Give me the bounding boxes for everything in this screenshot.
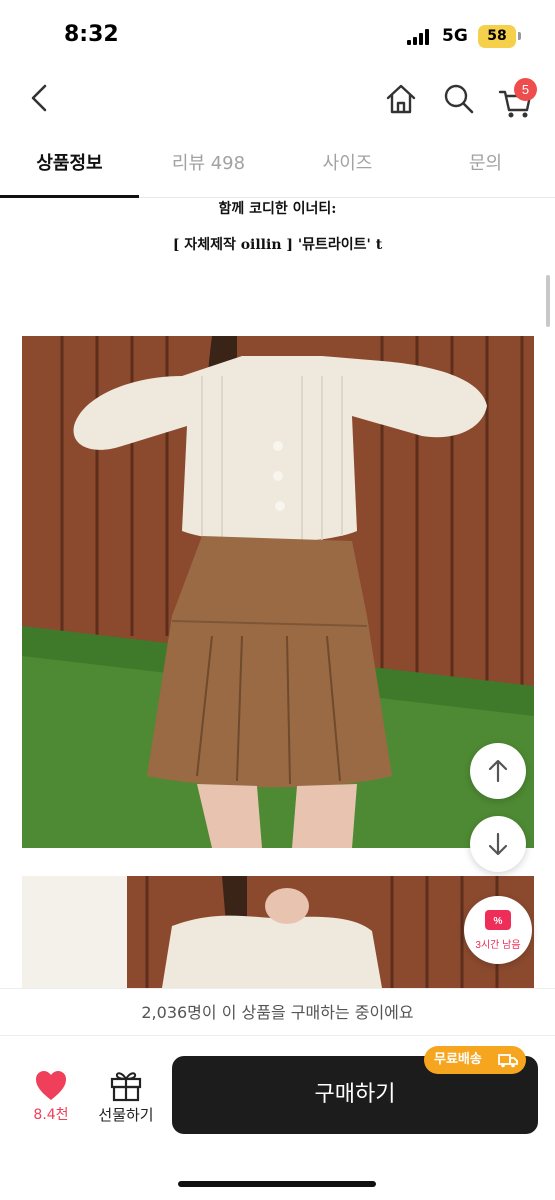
back-button[interactable] [22, 80, 58, 116]
signal-icon [407, 29, 433, 45]
chevron-left-icon [31, 84, 47, 112]
network-label: 5G [442, 26, 468, 46]
arrow-down-icon [488, 832, 508, 856]
battery-tip [518, 32, 521, 40]
home-button[interactable] [384, 82, 418, 116]
product-photo [22, 336, 534, 848]
battery-icon: 58 [478, 25, 516, 48]
top-nav [0, 70, 555, 132]
status-time: 8:32 [64, 22, 119, 47]
scroll-down-button[interactable] [470, 816, 526, 872]
tab-reviews[interactable]: 리뷰 498 [139, 134, 278, 198]
tab-bar: 상품정보 리뷰 498 사이즈 문의 [0, 134, 555, 198]
gift-icon [110, 1072, 142, 1102]
gift-button[interactable]: 선물하기 [92, 1068, 160, 1130]
scroll-up-button[interactable] [470, 743, 526, 799]
free-shipping-label: 무료배송 [434, 1052, 482, 1067]
home-icon [386, 84, 416, 114]
coordi-caption: 함께 코디한 이너티: [218, 201, 337, 217]
product-photo [22, 876, 534, 988]
tab-inquiry[interactable]: 문의 [416, 134, 555, 198]
like-button[interactable]: 8.4천 [20, 1068, 82, 1130]
search-icon [444, 84, 474, 114]
home-indicator [178, 1181, 376, 1187]
scrollbar[interactable] [546, 275, 550, 327]
coordi-product-name: [ 자체제작 oillin ] '뮤트라이트' t [172, 237, 383, 253]
coupon-icon: % [485, 910, 511, 930]
free-shipping-badge: 무료배송 [424, 1046, 526, 1074]
heart-icon [36, 1071, 66, 1100]
status-bar: 8:32 5G 58 [0, 0, 555, 70]
arrow-up-icon [488, 759, 508, 783]
svg-text:%: % [494, 916, 503, 927]
buying-now-notice: 2,036명이 이 상품을 구매하는 중이에요 [0, 988, 555, 1036]
like-count: 8.4천 [33, 1107, 69, 1123]
tab-size[interactable]: 사이즈 [278, 134, 417, 198]
gift-label: 선물하기 [98, 1106, 154, 1124]
tab-product-info[interactable]: 상품정보 [0, 134, 139, 198]
coupon-button[interactable]: % 3시간 남음 [464, 896, 532, 964]
coupon-time-left: 3시간 남음 [475, 940, 521, 951]
cart-count-badge: 5 [514, 78, 537, 101]
search-button[interactable] [442, 82, 476, 116]
truck-icon [498, 1054, 518, 1068]
